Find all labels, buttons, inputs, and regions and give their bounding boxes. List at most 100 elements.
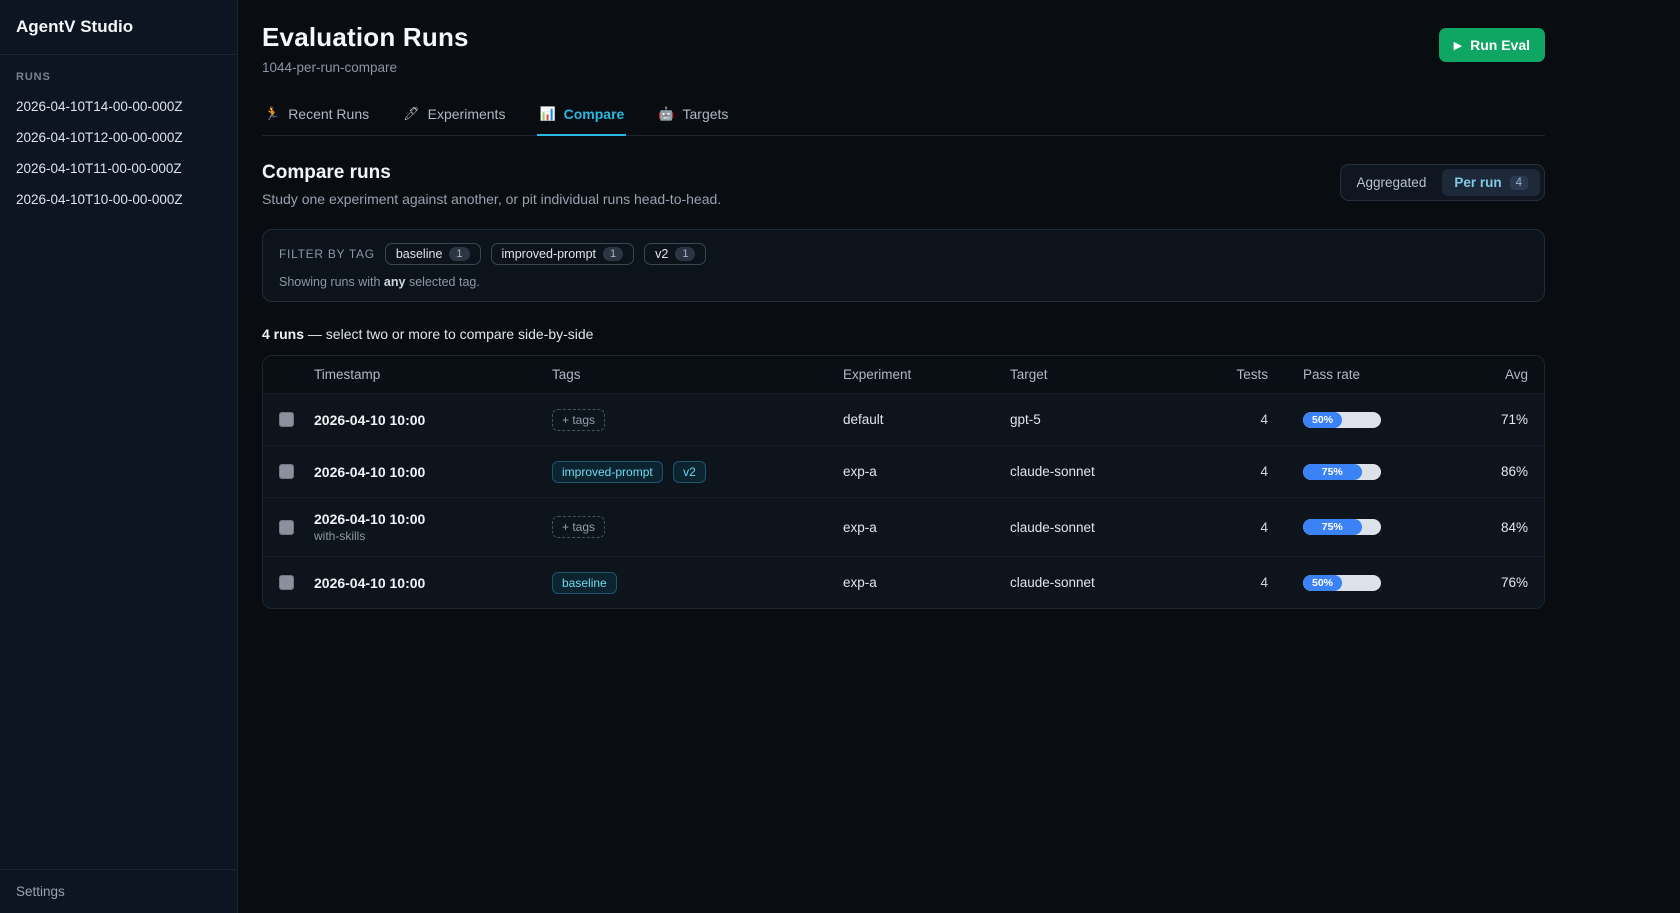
row-experiment: exp-a [843,520,1010,535]
runs-section: RUNS 2026-04-10T14-00-00-000Z 2026-04-10… [0,55,237,215]
tag-name: improved-prompt [502,247,596,261]
add-tags-button[interactable]: + tags [552,516,605,538]
row-tests: 4 [1210,575,1268,590]
play-icon: ▶ [1454,39,1462,52]
settings-link[interactable]: Settings [0,869,237,913]
bar-chart-icon: 📊 [539,106,555,122]
row-target: claude-sonnet [1010,520,1210,535]
pass-rate-bar: 50% [1303,575,1381,591]
filter-tag-baseline[interactable]: baseline 1 [385,243,481,265]
table-row[interactable]: 2026-04-10 10:00 baseline exp-a claude-s… [263,556,1544,608]
filter-row: FILTER BY TAG baseline 1 improved-prompt… [279,243,1528,265]
compare-header-text: Compare runs Study one experiment agains… [262,162,721,207]
filter-label: FILTER BY TAG [279,247,375,261]
row-tests: 4 [1210,464,1268,479]
runs-table: Timestamp Tags Experiment Target Tests P… [262,355,1545,609]
table-row[interactable]: 2026-04-10 10:00 improved-prompt v2 exp-… [263,445,1544,497]
row-tag-chip[interactable]: baseline [552,572,617,594]
row-tag-chip[interactable]: v2 [673,461,706,483]
tab-recent-runs[interactable]: 🏃 Recent Runs [262,97,371,136]
row-avg: 76% [1453,575,1528,590]
table-row[interactable]: 2026-04-10 10:00 with-skills + tags exp-… [263,497,1544,556]
sidebar-run-item[interactable]: 2026-04-10T12-00-00-000Z [0,122,237,153]
row-timestamp: 2026-04-10 10:00 [314,464,552,480]
add-tags-button[interactable]: + tags [552,409,605,431]
sidebar-run-item[interactable]: 2026-04-10T10-00-00-000Z [0,184,237,215]
sidebar-run-item[interactable]: 2026-04-10T14-00-00-000Z [0,91,237,122]
row-timestamp: 2026-04-10 10:00 [314,412,552,428]
tab-experiments[interactable]: 🖊 Experiments [401,97,507,136]
row-sublabel: with-skills [314,529,552,543]
runs-count: 4 runs [262,326,304,342]
tab-label: Targets [683,106,729,122]
col-timestamp: Timestamp [314,367,552,382]
tab-compare[interactable]: 📊 Compare [537,97,626,136]
tab-bar: 🏃 Recent Runs 🖊 Experiments 📊 Compare 🤖 … [262,97,1545,136]
tag-name: v2 [655,247,668,261]
sidebar-run-item[interactable]: 2026-04-10T11-00-00-000Z [0,153,237,184]
col-tests: Tests [1210,367,1268,382]
col-pass-rate: Pass rate [1268,367,1453,382]
pass-rate-fill: 50% [1303,412,1342,428]
run-eval-button[interactable]: ▶ Run Eval [1439,28,1545,62]
page-subtitle: 1044-per-run-compare [262,60,469,75]
row-tag-chip[interactable]: improved-prompt [552,461,663,483]
filter-hint: Showing runs with any selected tag. [279,275,1528,289]
tag-count-badge: 1 [449,247,469,261]
row-checkbox[interactable] [279,575,294,590]
main-content: Evaluation Runs 1044-per-run-compare ▶ R… [238,0,1680,913]
row-avg: 86% [1453,464,1528,479]
col-experiment: Experiment [843,367,1010,382]
col-tags: Tags [552,367,843,382]
compare-title: Compare runs [262,162,721,184]
filter-tag-v2[interactable]: v2 1 [644,243,706,265]
run-eval-label: Run Eval [1470,37,1530,53]
row-checkbox[interactable] [279,412,294,427]
tag-name: baseline [396,247,443,261]
tab-label: Experiments [428,106,506,122]
row-tests: 4 [1210,412,1268,427]
row-experiment: default [843,412,1010,427]
col-target: Target [1010,367,1210,382]
compare-header: Compare runs Study one experiment agains… [262,162,1545,207]
tab-label: Compare [564,106,625,122]
run-count-badge: 4 [1510,176,1528,190]
filter-hint-mode: any [384,275,406,289]
table-header-row: Timestamp Tags Experiment Target Tests P… [263,356,1544,393]
page-header: Evaluation Runs 1044-per-run-compare ▶ R… [262,22,1545,75]
compare-subtitle: Study one experiment against another, or… [262,191,721,207]
tab-targets[interactable]: 🤖 Targets [656,97,730,136]
row-target: claude-sonnet [1010,575,1210,590]
row-timestamp: 2026-04-10 10:00 [314,511,552,527]
toggle-per-run[interactable]: Per run 4 [1442,169,1540,196]
robot-icon: 🤖 [658,106,674,122]
pen-icon: 🖊 [403,106,420,122]
pass-rate-fill: 75% [1303,464,1362,480]
sidebar: AgentV Studio RUNS 2026-04-10T14-00-00-0… [0,0,238,913]
app-root: AgentV Studio RUNS 2026-04-10T14-00-00-0… [0,0,1680,913]
row-avg: 71% [1453,412,1528,427]
row-tests: 4 [1210,520,1268,535]
toggle-label: Per run [1454,175,1501,190]
app-title: AgentV Studio [0,0,237,55]
tab-label: Recent Runs [288,106,369,122]
pass-rate-bar: 75% [1303,519,1381,535]
row-checkbox[interactable] [279,464,294,479]
toggle-aggregated[interactable]: Aggregated [1345,169,1439,196]
pass-rate-fill: 75% [1303,519,1362,535]
page-header-text: Evaluation Runs 1044-per-run-compare [262,22,469,75]
row-checkbox[interactable] [279,520,294,535]
pass-rate-bar: 50% [1303,412,1381,428]
col-avg: Avg [1453,367,1528,382]
table-row[interactable]: 2026-04-10 10:00 + tags default gpt-5 4 … [263,393,1544,445]
page-title: Evaluation Runs [262,22,469,53]
row-avg: 84% [1453,520,1528,535]
pass-rate-fill: 50% [1303,575,1342,591]
row-target: gpt-5 [1010,412,1210,427]
row-experiment: exp-a [843,575,1010,590]
filter-tag-improved-prompt[interactable]: improved-prompt 1 [491,243,635,265]
runner-icon: 🏃 [264,106,280,122]
view-mode-toggle: Aggregated Per run 4 [1340,164,1545,201]
toggle-label: Aggregated [1357,175,1427,190]
pass-rate-bar: 75% [1303,464,1381,480]
